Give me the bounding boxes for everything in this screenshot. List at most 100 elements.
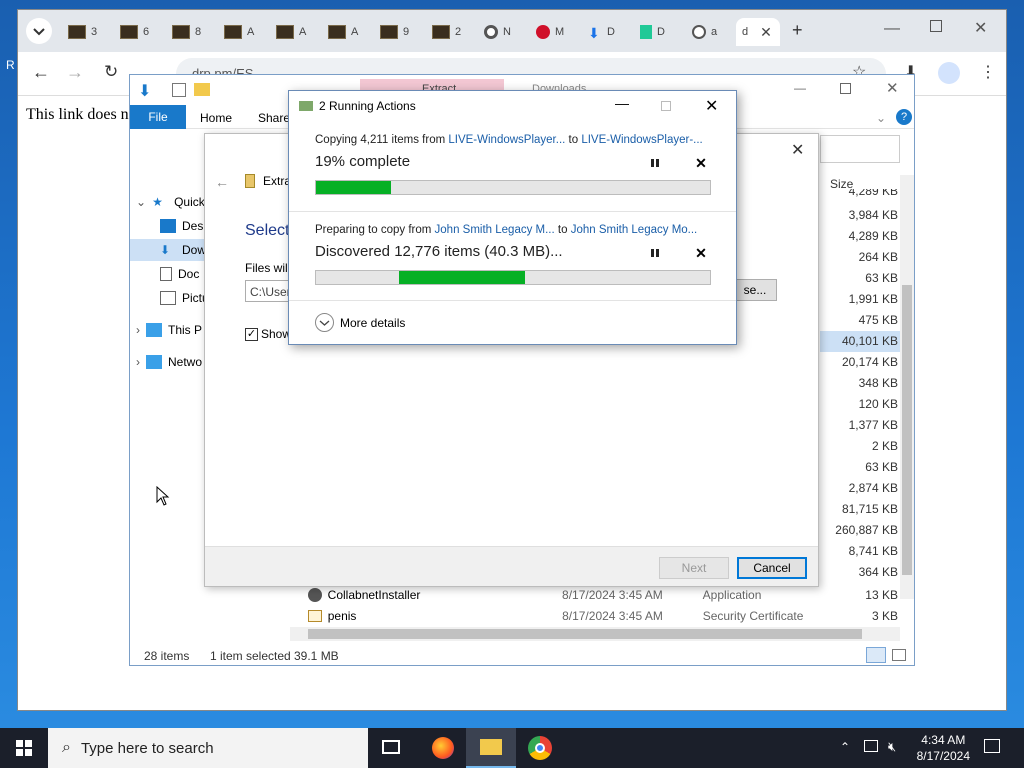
size-cell: 120 KB <box>858 397 898 411</box>
minimize-icon[interactable]: — <box>615 95 629 111</box>
source-link[interactable]: John Smith Legacy M... <box>435 224 555 236</box>
chrome-center <box>535 743 545 753</box>
browser-tab[interactable]: a <box>686 18 736 46</box>
help-icon[interactable]: ? <box>896 109 912 125</box>
browser-tab[interactable]: A <box>270 18 320 46</box>
browser-tab[interactable]: M <box>530 18 580 46</box>
large-icons-view-icon[interactable] <box>892 649 906 661</box>
browser-tab[interactable]: ⬇ D <box>582 18 632 46</box>
pause-icon[interactable] <box>647 245 663 261</box>
size-cell: 1,377 KB <box>848 418 898 432</box>
chevron-down-icon[interactable]: ⌄ <box>876 111 886 125</box>
browse-button[interactable]: se... <box>733 279 777 301</box>
chrome-icon[interactable] <box>528 736 552 760</box>
maximize-icon[interactable] <box>930 20 942 32</box>
nav-quick-access[interactable]: ⌄ ★ Quick <box>136 191 205 213</box>
maximize-icon[interactable] <box>840 83 851 94</box>
close-icon[interactable]: ✕ <box>705 96 718 116</box>
browser-tab[interactable]: N <box>478 18 528 46</box>
close-window-icon[interactable]: ✕ <box>974 18 987 38</box>
network-status-icon[interactable] <box>864 740 878 752</box>
profile-avatar[interactable] <box>938 62 960 84</box>
properties-icon[interactable] <box>172 83 186 97</box>
chevron-right-icon: › <box>136 323 140 337</box>
nav-network[interactable]: › Netwo <box>136 351 202 373</box>
pause-icon[interactable] <box>647 155 663 171</box>
browser-tab[interactable]: A <box>218 18 268 46</box>
size-cell: 4,289 KB <box>848 229 898 243</box>
browser-tab[interactable]: 8 <box>166 18 216 46</box>
browser-tab[interactable]: 3 <box>62 18 112 46</box>
file-size: 3 KB <box>872 608 899 623</box>
close-icon[interactable]: ✕ <box>886 79 899 97</box>
next-button[interactable]: Next <box>659 557 729 579</box>
notifications-icon[interactable] <box>984 739 1000 753</box>
minimize-icon[interactable]: — <box>794 81 806 95</box>
source-link[interactable]: LIVE-WindowsPlayer... <box>448 134 565 146</box>
file-row[interactable]: penis 8/17/2024 3:45 AM Security Certifi… <box>308 605 898 626</box>
chevron-down-circle-icon <box>315 313 334 332</box>
browser-tab[interactable]: 6 <box>114 18 164 46</box>
horizontal-scrollbar[interactable] <box>290 627 900 641</box>
file-row[interactable]: CollabnetInstaller 8/17/2024 3:45 AM App… <box>308 584 898 605</box>
firefox-icon[interactable] <box>432 737 454 759</box>
size-cell: 1,991 KB <box>848 292 898 306</box>
ribbon-tab-share[interactable]: Share <box>258 111 290 125</box>
browser-tab-active[interactable]: d ✕ <box>736 18 780 46</box>
browser-tab[interactable]: 2 <box>426 18 476 46</box>
search-box[interactable] <box>820 135 900 163</box>
explorer-taskbar-button[interactable] <box>466 728 516 768</box>
size-cell: 4,289 KB <box>848 189 898 198</box>
system-clock[interactable]: 4:34 AM 8/17/2024 <box>917 732 970 764</box>
download-icon: ⬇ <box>160 243 171 257</box>
operation-1-description: Copying 4,211 items from LIVE-WindowsPla… <box>315 134 703 146</box>
nav-documents[interactable]: Doc <box>160 263 199 285</box>
browser-tab[interactable]: 9 <box>374 18 424 46</box>
forward-icon[interactable]: → <box>66 62 84 83</box>
menu-icon[interactable]: ⋮ <box>980 62 996 82</box>
browser-tab[interactable]: A <box>322 18 372 46</box>
tab-label: M <box>555 26 565 38</box>
close-tab-icon[interactable]: ✕ <box>760 24 772 41</box>
details-view-icon[interactable] <box>866 647 886 663</box>
progress-fill <box>316 181 391 194</box>
destination-path-input[interactable]: C:\User <box>245 280 293 302</box>
folder-icon[interactable] <box>194 83 210 96</box>
chevron-up-icon[interactable]: ⌃ <box>840 740 850 754</box>
nav-pictures[interactable]: Pictu <box>160 287 209 309</box>
tab-label: 3 <box>91 26 98 38</box>
more-details-toggle[interactable]: More details <box>315 313 405 332</box>
ribbon-tab-file[interactable]: File <box>130 105 186 129</box>
minimize-icon[interactable]: — <box>884 20 900 38</box>
item-count: 28 items <box>144 649 190 663</box>
new-tab-icon[interactable]: + <box>792 20 803 41</box>
close-icon[interactable]: ✕ <box>791 140 804 160</box>
tab-favicon-icon <box>224 25 242 39</box>
destination-link[interactable]: LIVE-WindowsPlayer-... <box>581 134 702 146</box>
tab-label: 6 <box>143 26 150 38</box>
nav-this-pc[interactable]: › This P <box>136 319 202 341</box>
show-files-checkbox[interactable]: ✓ <box>245 328 258 341</box>
scrollbar-thumb[interactable] <box>902 285 912 575</box>
destination-link[interactable]: John Smith Legacy Mo... <box>571 224 698 236</box>
back-icon[interactable]: ← <box>215 174 229 190</box>
cancel-operation-icon[interactable]: ✕ <box>693 245 709 261</box>
taskbar-search[interactable]: ⌕ Type here to search <box>48 728 368 768</box>
tab-search-button[interactable] <box>26 18 52 44</box>
browser-tab[interactable]: D <box>634 18 684 46</box>
task-view-icon[interactable] <box>382 740 400 754</box>
reload-icon[interactable]: ↻ <box>104 62 118 82</box>
download-arrow-icon: ⬇ <box>138 83 152 100</box>
cancel-button[interactable]: Cancel <box>737 557 807 579</box>
back-icon[interactable]: ← <box>32 62 50 83</box>
chevron-down-icon: ⌄ <box>136 195 147 209</box>
volume-muted-icon[interactable]: 🔇︎ <box>888 739 896 755</box>
tab-label: D <box>657 26 665 38</box>
cancel-operation-icon[interactable]: ✕ <box>693 155 709 171</box>
windows-start-icon[interactable] <box>16 740 32 756</box>
scrollbar-thumb[interactable] <box>308 629 862 639</box>
vertical-scrollbar[interactable] <box>900 175 914 599</box>
page-body-text: This link does n <box>26 106 129 123</box>
nav-desktop[interactable]: Desk <box>160 215 209 237</box>
ribbon-tab-home[interactable]: Home <box>200 111 232 125</box>
